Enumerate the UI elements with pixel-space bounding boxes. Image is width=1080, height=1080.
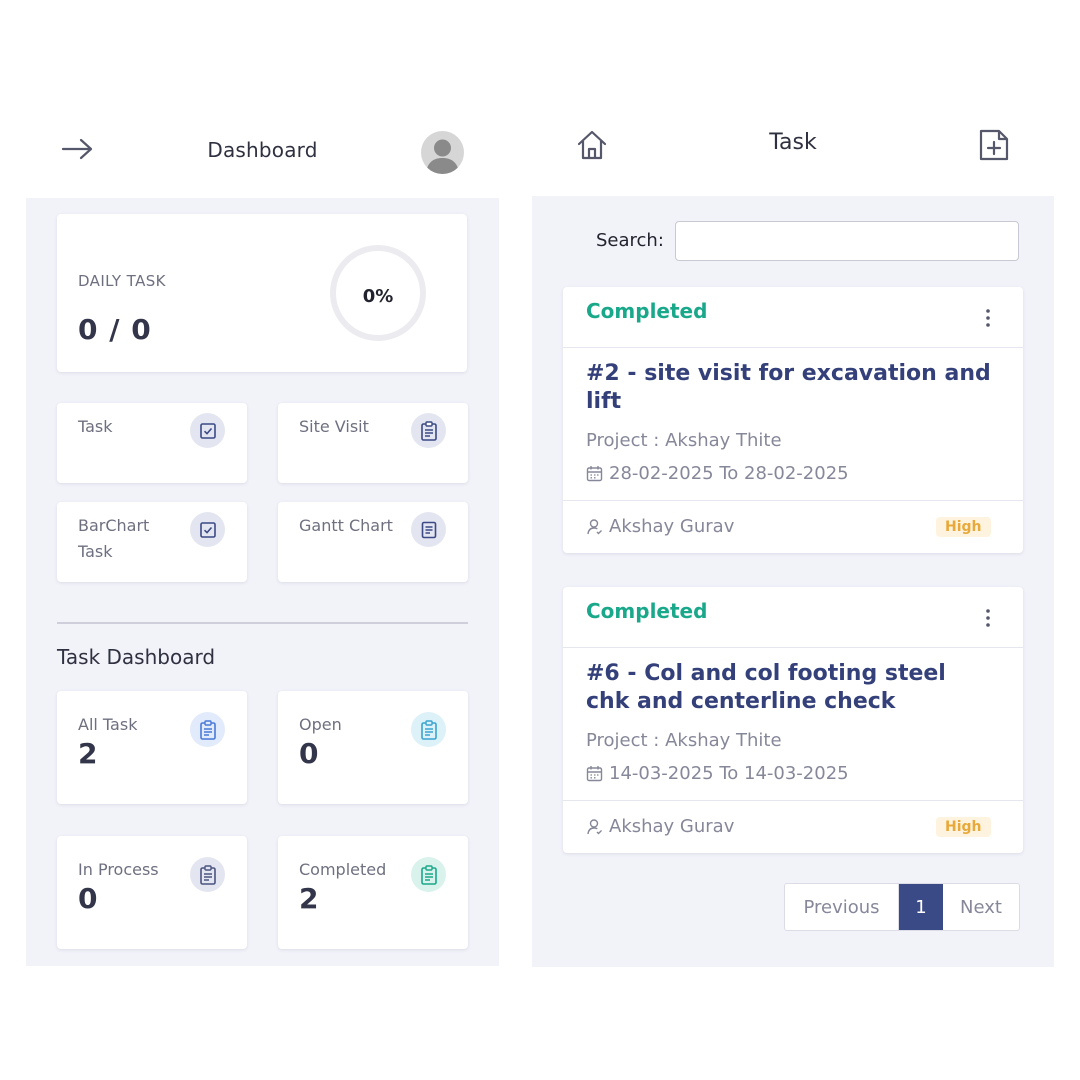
search-label: Search: [596,230,664,251]
add-document-icon[interactable] [978,128,1010,162]
task-dates-row: 28-02-2025 To 28-02-2025 [586,463,849,484]
task-assignee: Akshay Gurav [609,516,735,537]
calendar-icon [586,466,603,482]
stat-open[interactable]: Open 0 [278,691,468,804]
task-assignee-row: Akshay Gurav [586,516,734,537]
card-divider [563,500,1023,501]
task-body: Search: Completed #2 - site visit for ex… [532,196,1054,967]
task-title[interactable]: #6 - Col and col footing steel chk and c… [586,660,996,716]
stat-value: 0 [299,737,319,770]
stat-label: Open [299,715,342,734]
task-dates: 14-03-2025 To 14-03-2025 [609,763,849,784]
checkbox-icon [190,413,225,448]
clipboard-icon [411,712,446,747]
clipboard-icon [190,857,225,892]
clipboard-icon [411,857,446,892]
daily-task-label: DAILY TASK [78,272,166,290]
page-1-button[interactable]: 1 [899,884,943,930]
task-assignee-row: Akshay Gurav [586,816,734,837]
search-input[interactable] [675,221,1019,261]
user-avatar-icon [426,139,459,174]
task-title[interactable]: #2 - site visit for excavation and lift [586,360,996,416]
clipboard-icon [411,413,446,448]
progress-percent: 0% [362,286,394,307]
task-project: Project : Akshay Thite [586,430,782,451]
task-project: Project : Akshay Thite [586,730,782,751]
tile-label: Task [78,417,113,436]
task-card[interactable]: Completed #2 - site visit for excavation… [563,287,1023,553]
tile-barchart-task[interactable]: BarChart Task [57,502,247,582]
dashboard-header: Dashboard [26,110,499,198]
card-divider [563,347,1023,348]
dashboard-body: DAILY TASK 0 / 0 0% Task Site Visit BarC… [26,198,499,966]
progress-ring: 0% [330,245,426,341]
status-label: Completed [586,599,708,623]
stat-in-process[interactable]: In Process 0 [57,836,247,949]
task-header: Task [532,110,1054,196]
stat-value: 0 [78,882,98,915]
more-options-icon[interactable] [981,307,995,329]
tile-label: BarChart Task [78,516,150,561]
task-card[interactable]: Completed #6 - Col and col footing steel… [563,587,1023,853]
task-dates: 28-02-2025 To 28-02-2025 [609,463,849,484]
stat-label: In Process [78,860,159,879]
daily-task-value: 0 / 0 [78,313,152,346]
next-page-button[interactable]: Next [943,884,1019,930]
stat-completed[interactable]: Completed 2 [278,836,468,949]
page-title: Task [769,130,817,155]
task-assignee: Akshay Gurav [609,816,735,837]
card-divider [563,647,1023,648]
tile-task[interactable]: Task [57,403,247,483]
stat-label: Completed [299,860,387,879]
pagination: Previous 1 Next [784,883,1020,931]
section-title: Task Dashboard [57,645,216,669]
stat-value: 2 [78,737,98,770]
document-icon [411,512,446,547]
stat-all-task[interactable]: All Task 2 [57,691,247,804]
stat-label: All Task [78,715,138,734]
daily-task-card: DAILY TASK 0 / 0 0% [57,214,467,372]
task-dates-row: 14-03-2025 To 14-03-2025 [586,763,849,784]
priority-badge: High [936,517,991,537]
avatar[interactable] [421,131,464,174]
tile-label: Site Visit [299,417,369,436]
clipboard-icon [190,712,225,747]
status-label: Completed [586,299,708,323]
user-icon [587,519,602,535]
tile-gantt-chart[interactable]: Gantt Chart [278,502,468,582]
priority-badge: High [936,817,991,837]
checkbox-icon [190,512,225,547]
previous-page-button[interactable]: Previous [785,884,899,930]
card-divider [563,800,1023,801]
stat-value: 2 [299,882,319,915]
more-options-icon[interactable] [981,607,995,629]
user-icon [587,819,602,835]
tile-site-visit[interactable]: Site Visit [278,403,468,483]
section-divider [57,622,468,624]
app-screens: Dashboard DAILY TASK 0 / 0 0% Task Site … [0,0,1080,1080]
calendar-icon [586,766,603,782]
tile-label: Gantt Chart [299,516,393,535]
